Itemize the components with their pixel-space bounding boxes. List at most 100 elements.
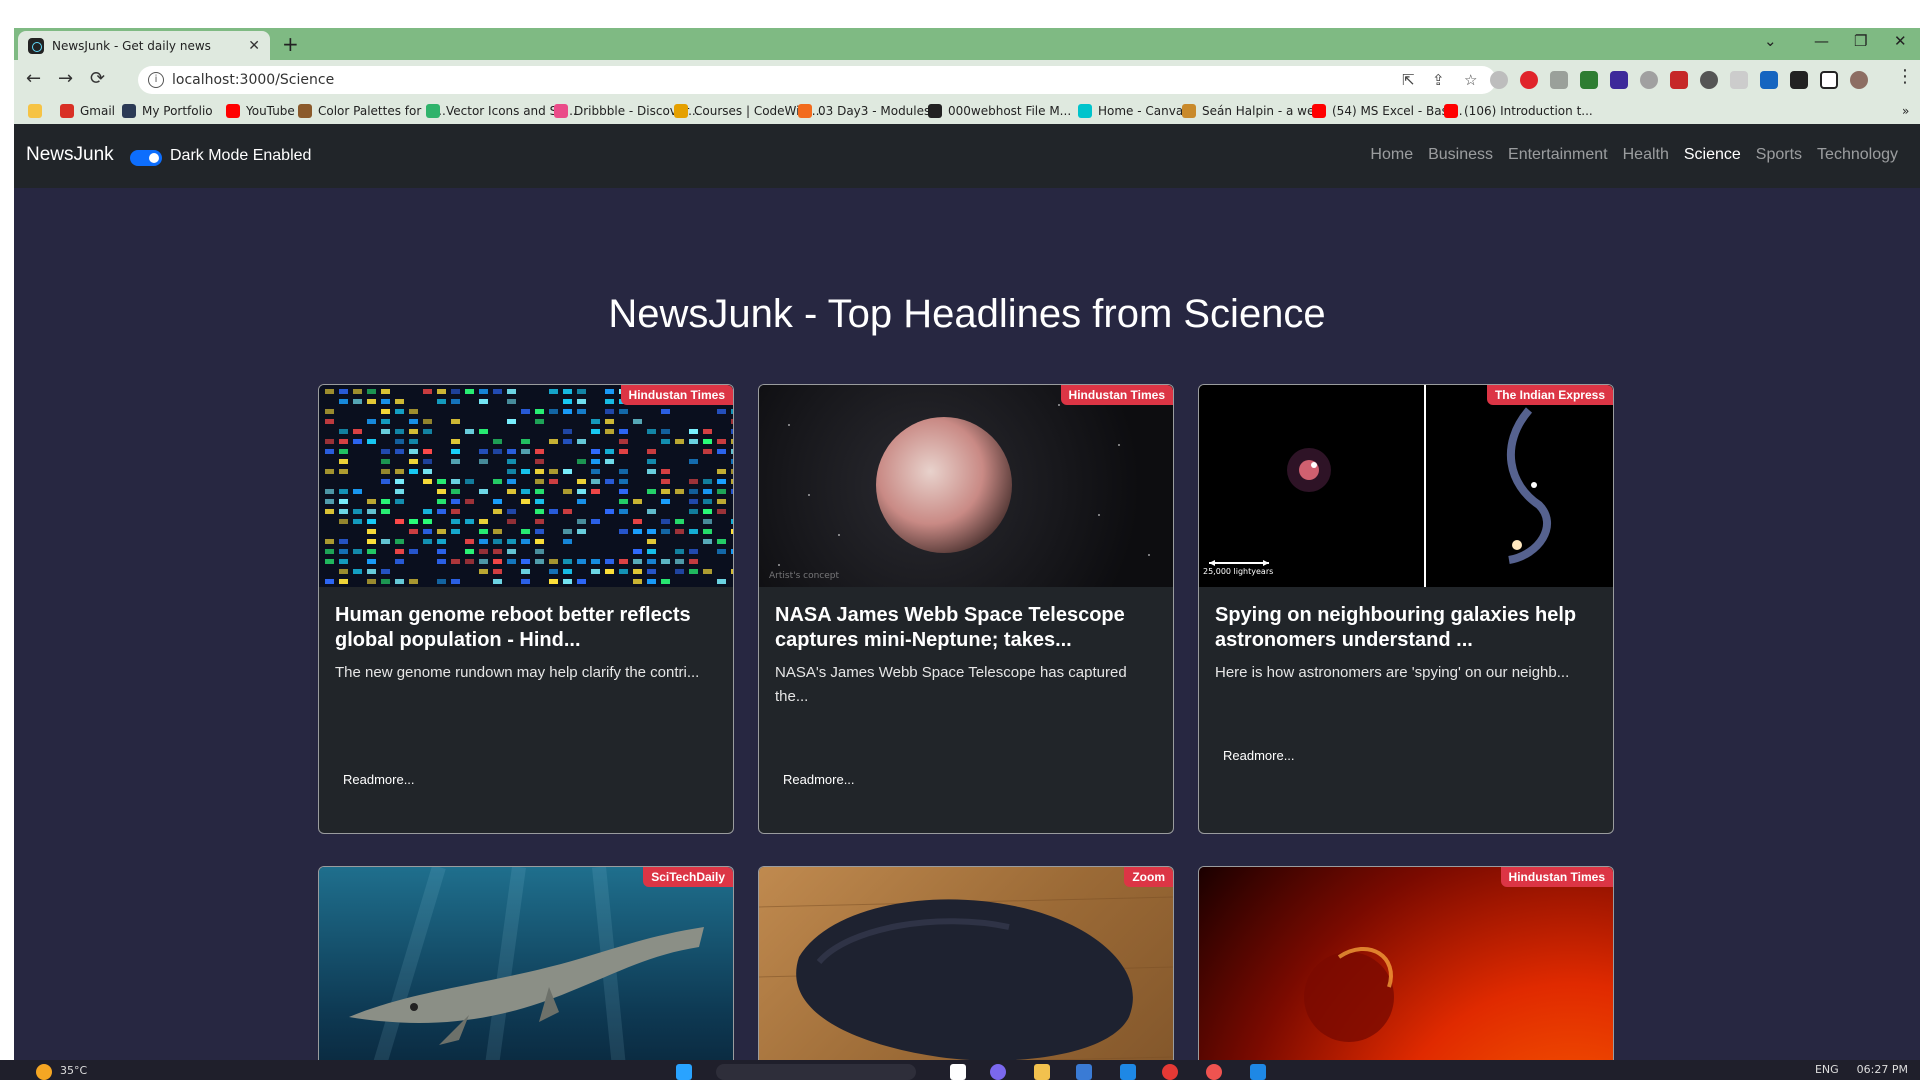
bookmark-item[interactable]: (106) Introduction t...: [1444, 104, 1593, 118]
readmore-button[interactable]: Readmore...: [1223, 744, 1295, 767]
puzzle-extensions-icon[interactable]: [1790, 71, 1808, 89]
open-in-app-icon[interactable]: ⇱: [1402, 71, 1415, 89]
chrome-icon[interactable]: [1206, 1064, 1222, 1080]
circle-extension-icon[interactable]: [1700, 71, 1718, 89]
bookmark-label: My Portfolio: [142, 104, 213, 118]
tab-search-icon[interactable]: ⌄: [1764, 32, 1777, 50]
store-icon[interactable]: [1076, 1064, 1092, 1080]
red-extension-icon[interactable]: [1670, 71, 1688, 89]
url-text: localhost:3000/Science: [172, 72, 335, 88]
bookmark-item[interactable]: (54) MS Excel - Basi...: [1312, 104, 1463, 118]
weather-icon[interactable]: [36, 1064, 52, 1080]
language-indicator[interactable]: ENG: [1815, 1063, 1839, 1076]
bookmark-label: (54) MS Excel - Basi...: [1332, 104, 1463, 118]
restore-button[interactable]: ❐: [1854, 32, 1867, 50]
bookmark-item[interactable]: 03 Day3 - Modules...: [798, 104, 942, 118]
grey-extension-icon[interactable]: [1730, 71, 1748, 89]
mail-icon[interactable]: [1120, 1064, 1136, 1080]
side-panel-icon[interactable]: [1820, 71, 1838, 89]
profile-avatar[interactable]: [1850, 71, 1868, 89]
nav-link-entertainment[interactable]: Entertainment: [1508, 146, 1608, 164]
dark-mode-toggle[interactable]: [130, 150, 162, 166]
bookmark-favicon-icon: [798, 104, 812, 118]
share-icon[interactable]: ⇪: [1432, 71, 1445, 89]
nav-link-technology[interactable]: Technology: [1817, 146, 1898, 164]
reload-button[interactable]: ⟳: [90, 68, 105, 89]
opera-icon[interactable]: [1162, 1064, 1178, 1080]
nav-link-sports[interactable]: Sports: [1756, 146, 1802, 164]
new-tab-button[interactable]: +: [282, 32, 299, 56]
bookmark-item[interactable]: Color Palettes for D...: [298, 104, 446, 118]
nav-link-home[interactable]: Home: [1370, 146, 1413, 164]
brand-logo[interactable]: NewsJunk: [26, 144, 114, 166]
search-bar[interactable]: [716, 1064, 916, 1080]
news-image: Zoom: [759, 867, 1173, 1060]
chat-icon[interactable]: [990, 1064, 1006, 1080]
tree-extension-icon[interactable]: [1580, 71, 1598, 89]
bookmark-item[interactable]: Seán Halpin - a we...: [1182, 104, 1326, 118]
weather-temp[interactable]: 35°C: [60, 1064, 87, 1077]
close-window-button[interactable]: ✕: [1894, 32, 1907, 50]
bookmark-star-icon[interactable]: ☆: [1464, 71, 1477, 89]
bookmark-folder-icon[interactable]: [28, 104, 48, 118]
news-image: 25,000 lightyears The Indian Express: [1199, 385, 1613, 587]
nav-link-science[interactable]: Science: [1684, 146, 1741, 164]
browser-menu-icon[interactable]: ⋮: [1896, 66, 1914, 87]
bookmark-item[interactable]: Home - Canva: [1078, 104, 1183, 118]
news-image: SciTechDaily: [319, 867, 733, 1060]
bookmark-item[interactable]: 000webhost File M...: [928, 104, 1071, 118]
tab-strip: NewsJunk - Get daily news ✕ + ⌄ — ❐ ✕: [14, 28, 1920, 60]
bookmark-label: Gmail: [80, 104, 116, 118]
news-card: Hindustan Times: [1198, 866, 1614, 1060]
bug-extension-icon[interactable]: [1550, 71, 1568, 89]
back-button[interactable]: ←: [26, 68, 41, 89]
bookmark-item[interactable]: Gmail: [60, 104, 115, 118]
screen: NewsJunk - Get daily news ✕ + ⌄ — ❐ ✕ ← …: [0, 0, 1920, 1080]
news-card: SciTechDaily: [318, 866, 734, 1060]
site-info-icon[interactable]: i: [148, 72, 164, 88]
news-image: Hindustan Times: [1199, 867, 1613, 1060]
clock[interactable]: 06:27 PM: [1857, 1063, 1908, 1076]
bookmark-label: 03 Day3 - Modules...: [818, 104, 942, 118]
readmore-button[interactable]: Readmore...: [343, 768, 415, 791]
bookmark-favicon-icon: [60, 104, 74, 118]
card-description: Here is how astronomers are 'spying' on …: [1215, 664, 1570, 681]
start-icon[interactable]: [676, 1064, 692, 1080]
bookmark-favicon-icon: [298, 104, 312, 118]
bookmark-label: Home - Canva: [1098, 104, 1184, 118]
address-bar[interactable]: i localhost:3000/Science ⇱ ⇪ ☆: [138, 66, 1496, 94]
card-title: Human genome reboot better reflects glob…: [335, 604, 691, 651]
bookmark-item[interactable]: YouTube: [226, 104, 295, 118]
task-view-icon[interactable]: [950, 1064, 966, 1080]
r-extension-icon[interactable]: [1760, 71, 1778, 89]
check-extension-icon[interactable]: [1640, 71, 1658, 89]
browser-tab[interactable]: NewsJunk - Get daily news ✕: [18, 31, 270, 60]
nav-links: Home Business Entertainment Health Science Sp…: [1355, 146, 1898, 164]
forward-button[interactable]: →: [58, 68, 73, 89]
bookmark-label: YouTube: [246, 104, 295, 118]
minimize-button[interactable]: —: [1814, 32, 1829, 50]
bookmark-label: Seán Halpin - a we...: [1202, 104, 1326, 118]
file-explorer-icon[interactable]: [1034, 1064, 1050, 1080]
image-caption: Artist's concept: [769, 571, 840, 581]
tab-close-icon[interactable]: ✕: [248, 38, 260, 54]
opera-extension-icon[interactable]: [1520, 71, 1538, 89]
news-card: Artist's concept Hindustan Times NASA Ja…: [758, 384, 1174, 834]
readmore-button[interactable]: Readmore...: [783, 768, 855, 791]
bookmark-item[interactable]: My Portfolio: [122, 104, 213, 118]
vscode-icon[interactable]: [1250, 1064, 1266, 1080]
more-bookmarks-icon[interactable]: »: [1902, 104, 1909, 118]
bookmark-favicon-icon: [122, 104, 136, 118]
bookmark-favicon-icon: [674, 104, 688, 118]
pliosaur-image: [349, 867, 704, 1060]
bookmark-favicon-icon: [1312, 104, 1326, 118]
extension-shield-icon[interactable]: [1490, 71, 1508, 89]
source-badge: Zoom: [1124, 867, 1173, 887]
bookmark-favicon-icon: [1182, 104, 1196, 118]
os-taskbar: 35°C ENG 06:27 PM: [0, 1060, 1920, 1080]
system-tray: ENG 06:27 PM: [1815, 1063, 1908, 1076]
badge-extension-icon[interactable]: [1610, 71, 1628, 89]
news-image: Artist's concept Hindustan Times: [759, 385, 1173, 587]
nav-link-health[interactable]: Health: [1623, 146, 1669, 164]
nav-link-business[interactable]: Business: [1428, 146, 1493, 164]
